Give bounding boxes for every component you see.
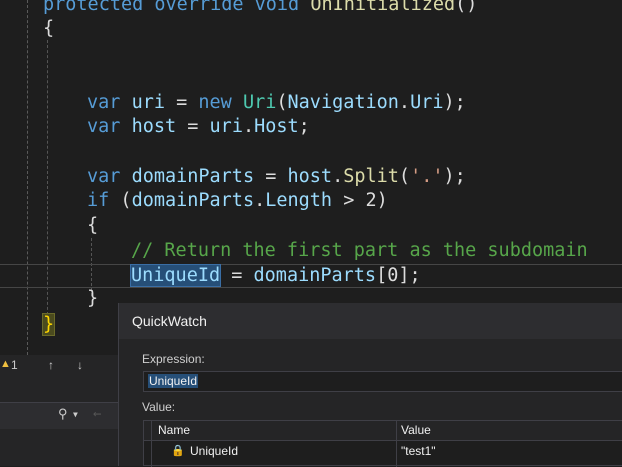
back-arrow-icon[interactable]: ← — [93, 406, 101, 422]
panel-toolbar: ⚲ ▼ ← — [0, 402, 118, 429]
code-line-4: var uri = new Uri(Navigation.Uri); — [87, 92, 466, 113]
column-separator — [151, 421, 152, 467]
selected-identifier[interactable]: UniqueId — [129, 264, 222, 287]
row-value[interactable]: "test1" — [401, 444, 436, 458]
code-line-11: UniqueId = domainParts[0]; — [129, 264, 421, 287]
code-line-13: } — [41, 313, 56, 337]
search-icon[interactable]: ⚲ — [58, 407, 68, 422]
expression-value[interactable]: UniqueId — [148, 374, 199, 388]
expression-label: Expression: — [142, 352, 205, 366]
status-strip: ▲ 1 ↑ ↓ — [0, 355, 118, 376]
dialog-title: QuickWatch — [132, 313, 207, 329]
code-line-1: { — [43, 18, 55, 39]
code-line-8: if (domainParts.Length > 2) — [87, 190, 388, 211]
code-line-7: var domainParts = host.Split('.'); — [87, 166, 466, 187]
value-label: Value: — [142, 400, 176, 414]
code-line-10: // Return the first part as the subdomai… — [131, 240, 588, 261]
column-header-value[interactable]: Value — [401, 423, 431, 437]
code-line-12: } — [87, 288, 99, 309]
code-line-0: protected override void OnInitialized() — [43, 0, 478, 15]
code-line-9: { — [87, 215, 99, 236]
property-icon: 🔒 — [171, 445, 185, 457]
gutter-outline — [27, 0, 28, 355]
expression-input[interactable]: UniqueId — [143, 371, 622, 392]
code-line-5: var host = uri.Host; — [87, 116, 310, 137]
column-header-name[interactable]: Name — [158, 423, 190, 437]
grid-header — [144, 421, 622, 441]
row-name: UniqueId — [190, 444, 239, 458]
quickwatch-dialog: QuickWatch Expression: UniqueId Value: N… — [118, 303, 622, 467]
chevron-down-icon[interactable]: ▼ — [73, 410, 78, 419]
down-arrow-icon[interactable]: ↓ — [77, 358, 83, 372]
warning-count: 1 — [11, 358, 18, 372]
warning-icon[interactable]: ▲ — [0, 358, 11, 370]
column-separator[interactable] — [396, 421, 397, 467]
matched-brace: } — [41, 313, 56, 336]
up-arrow-icon[interactable]: ↑ — [48, 358, 54, 372]
watch-grid[interactable]: Name Value 🔒 UniqueId "test1" — [143, 420, 622, 467]
